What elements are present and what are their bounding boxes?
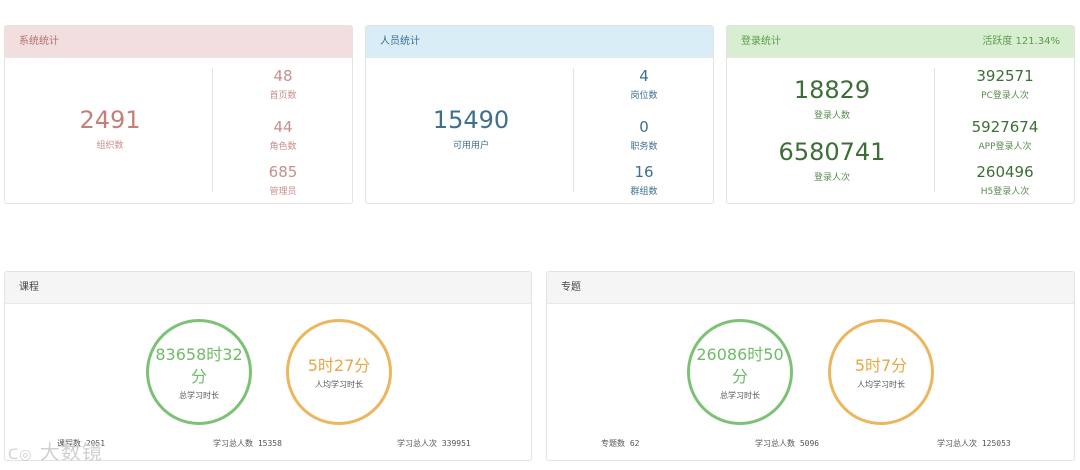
duty-count-label: 职务数 bbox=[630, 142, 658, 152]
divider bbox=[573, 68, 574, 192]
org-count: 2491 组织数 bbox=[45, 106, 175, 151]
login-visits: 6580741 登录人次 bbox=[762, 138, 902, 183]
topic-count: 专题数 62 bbox=[601, 439, 640, 448]
login-users-value: 18829 bbox=[793, 76, 871, 104]
course-visits: 学习总人次 339951 bbox=[397, 439, 471, 448]
topic-panel: 专题 26086时50分 总学习时长 5时7分 人均学习时长 专题数 62 学习… bbox=[546, 271, 1075, 461]
login-stats-header: 登录统计 活跃度 121.34% bbox=[727, 26, 1074, 58]
duty-count: 0 职务数 bbox=[596, 118, 692, 152]
h5-login-value: 260496 bbox=[976, 163, 1034, 181]
pc-login-label: PC登录人次 bbox=[981, 91, 1029, 101]
login-stats-panel: 登录统计 活跃度 121.34% 18829 登录人数 6580741 登录人次… bbox=[726, 25, 1075, 204]
app-login: 5927674 APP登录人次 bbox=[955, 118, 1055, 152]
group-count-value: 16 bbox=[634, 163, 654, 181]
activity-rate: 活跃度 121.34% bbox=[982, 36, 1060, 47]
system-stats-title: 系统统计 bbox=[5, 26, 352, 58]
course-total-time-label: 总学习时长 bbox=[179, 390, 219, 400]
course-avg-time-value: 5时27分 bbox=[307, 355, 371, 375]
role-count-value: 44 bbox=[273, 118, 293, 136]
topic-avg-time-value: 5时7分 bbox=[854, 355, 908, 375]
topic-learners: 学习总人数 5096 bbox=[755, 439, 820, 448]
active-users: 15490 可用用户 bbox=[406, 106, 536, 151]
role-count: 44 角色数 bbox=[235, 118, 331, 152]
login-visits-label: 登录人次 bbox=[813, 173, 850, 183]
login-users: 18829 登录人数 bbox=[762, 76, 902, 121]
org-count-label: 组织数 bbox=[96, 141, 124, 151]
admin-count-label: 管理员 bbox=[269, 187, 297, 197]
homepage-count: 48 首页数 bbox=[235, 67, 331, 101]
login-visits-value: 6580741 bbox=[778, 138, 886, 166]
app-login-value: 5927674 bbox=[971, 118, 1039, 136]
people-stats-title: 人员统计 bbox=[366, 26, 713, 58]
h5-login-label: H5登录人次 bbox=[980, 187, 1030, 197]
topic-avg-time-circle: 5时7分 人均学习时长 bbox=[828, 319, 934, 425]
homepage-count-value: 48 bbox=[273, 67, 293, 85]
login-stats-title: 登录统计 bbox=[741, 36, 781, 47]
topic-title: 专题 bbox=[547, 272, 1074, 304]
active-users-label: 可用用户 bbox=[452, 141, 489, 151]
course-panel: 课程 83658时32分 总学习时长 5时27分 人均学习时长 课程数 2051… bbox=[4, 271, 532, 461]
topic-total-time-value: 26086时50分 bbox=[696, 344, 784, 386]
course-avg-time-circle: 5时27分 人均学习时长 bbox=[286, 319, 392, 425]
course-learners: 学习总人数 15358 bbox=[213, 439, 282, 448]
h5-login: 260496 H5登录人次 bbox=[955, 163, 1055, 197]
app-login-label: APP登录人次 bbox=[978, 142, 1032, 152]
position-count-label: 岗位数 bbox=[630, 91, 658, 101]
topic-total-time-label: 总学习时长 bbox=[720, 390, 760, 400]
topic-avg-time-label: 人均学习时长 bbox=[857, 379, 905, 389]
admin-count: 685 管理员 bbox=[235, 163, 331, 197]
group-count: 16 群组数 bbox=[596, 163, 692, 197]
course-total-time-value: 83658时32分 bbox=[155, 344, 243, 386]
course-total-time-circle: 83658时32分 总学习时长 bbox=[146, 319, 252, 425]
topic-total-time-circle: 26086时50分 总学习时长 bbox=[687, 319, 793, 425]
divider bbox=[212, 68, 213, 192]
people-stats-panel: 人员统计 15490 可用用户 4 岗位数 0 职务数 16 群组数 bbox=[365, 25, 714, 204]
org-count-value: 2491 bbox=[79, 106, 141, 134]
pc-login-value: 392571 bbox=[976, 67, 1034, 85]
watermark: ᑕ◎ 大数镜 bbox=[8, 436, 103, 465]
system-stats-panel: 系统统计 2491 组织数 48 首页数 44 角色数 685 管理员 bbox=[4, 25, 353, 204]
login-users-label: 登录人数 bbox=[813, 111, 850, 121]
homepage-count-label: 首页数 bbox=[269, 91, 297, 101]
active-users-value: 15490 bbox=[432, 106, 510, 134]
logo-icon: ᑕ◎ bbox=[8, 447, 33, 463]
topic-visits: 学习总人次 125053 bbox=[937, 439, 1011, 448]
position-count-value: 4 bbox=[639, 67, 649, 85]
pc-login: 392571 PC登录人次 bbox=[955, 67, 1055, 101]
admin-count-value: 685 bbox=[268, 163, 298, 181]
position-count: 4 岗位数 bbox=[596, 67, 692, 101]
divider bbox=[934, 68, 935, 192]
watermark-text: 大数镜 bbox=[39, 440, 103, 464]
role-count-label: 角色数 bbox=[269, 142, 297, 152]
duty-count-value: 0 bbox=[639, 118, 649, 136]
course-avg-time-label: 人均学习时长 bbox=[315, 379, 363, 389]
group-count-label: 群组数 bbox=[630, 187, 658, 197]
course-title: 课程 bbox=[5, 272, 531, 304]
